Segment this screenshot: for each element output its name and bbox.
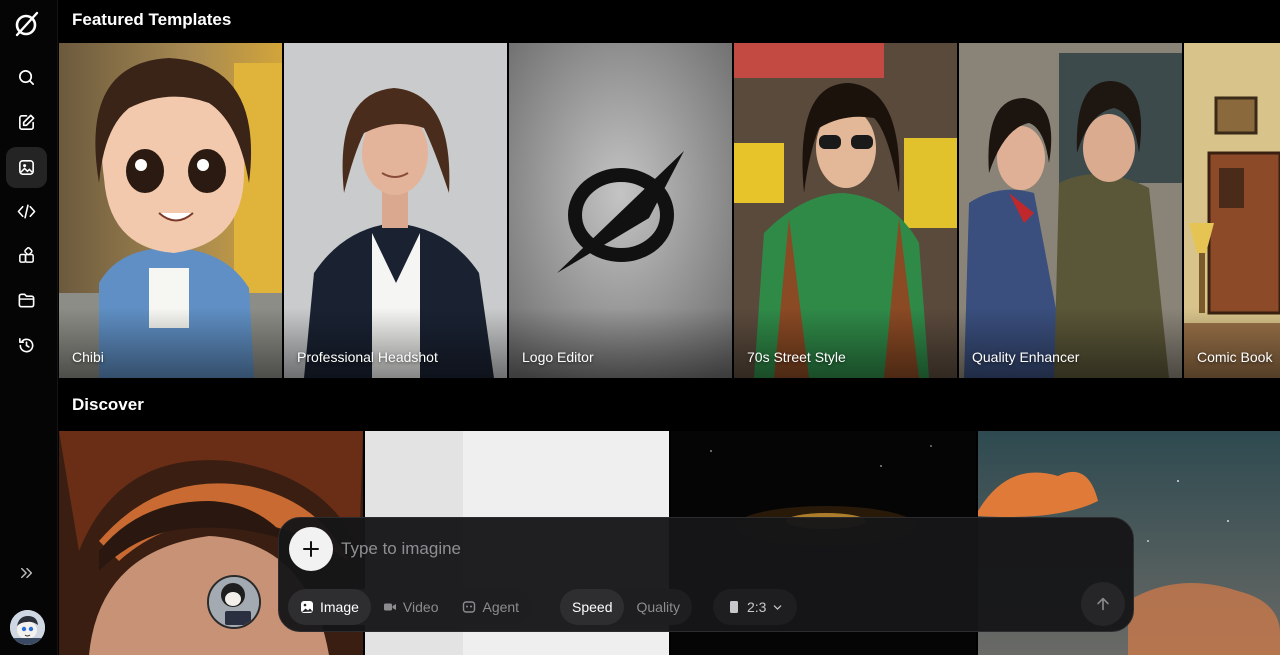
sidebar-item-apps[interactable] (6, 235, 47, 276)
agent-icon (463, 601, 476, 613)
template-card-quality-enhancer[interactable]: Quality Enhancer (959, 43, 1182, 378)
add-attachment-button[interactable] (289, 527, 333, 571)
edit-icon (19, 114, 35, 130)
double-chevron-right-icon (21, 567, 33, 579)
mode-agent-label: Agent (482, 599, 520, 615)
arrow-up-icon (1097, 597, 1109, 611)
code-icon (17, 204, 36, 219)
mode-image-button[interactable]: Image (288, 589, 371, 625)
user-avatar[interactable] (10, 610, 45, 645)
speed-quality-selector: Speed Quality (560, 589, 693, 625)
plus-icon (303, 541, 319, 557)
sidebar-item-history[interactable] (6, 325, 47, 366)
template-card-professional-headshot[interactable]: Professional Headshot (284, 43, 507, 378)
sidebar-item-code[interactable] (6, 191, 47, 232)
submit-button[interactable] (1081, 582, 1125, 626)
template-label: Quality Enhancer (972, 349, 1080, 365)
chevron-down-icon (774, 604, 782, 610)
featured-templates-carousel: Chibi Professional Headshot Logo Editor (59, 43, 1280, 378)
sidebar-expand-button[interactable] (14, 562, 40, 584)
mode-video-label: Video (402, 599, 439, 615)
template-label: Professional Headshot (297, 349, 438, 365)
mode-image-label: Image (320, 599, 359, 615)
sidebar-item-files[interactable] (6, 280, 47, 321)
template-label: 70s Street Style (747, 349, 846, 365)
video-camera-icon (383, 603, 396, 611)
history-icon (19, 338, 34, 353)
aspect-ratio-value: 2:3 (747, 599, 767, 615)
template-card-70s-street-style[interactable]: 70s Street Style (734, 43, 957, 378)
sidebar-item-search[interactable] (6, 57, 47, 98)
speed-label: Speed (572, 599, 613, 615)
template-label: Comic Book (1197, 349, 1273, 365)
discover-title: Discover (72, 395, 144, 414)
quality-button[interactable]: Quality (624, 589, 692, 625)
aspect-ratio-display: 2:3 (713, 589, 797, 625)
featured-templates-title: Featured Templates (72, 10, 232, 29)
template-label: Logo Editor (522, 349, 594, 365)
template-card-comic-book[interactable]: Comic Book (1184, 43, 1280, 378)
creator-avatar[interactable] (207, 575, 261, 629)
apps-icon (19, 247, 34, 263)
sidebar-item-edit[interactable] (6, 102, 47, 143)
sidebar-item-gallery[interactable] (6, 147, 47, 188)
mode-selector: Image Video Agent (288, 589, 532, 625)
portrait-ratio-icon (730, 601, 738, 613)
aspect-ratio-dropdown[interactable]: 2:3 (713, 589, 798, 625)
search-icon (18, 69, 35, 86)
folder-icon (18, 293, 35, 308)
speed-button[interactable]: Speed (560, 589, 625, 625)
template-card-chibi[interactable]: Chibi (59, 43, 282, 378)
quality-label: Quality (636, 599, 681, 615)
template-card-logo-editor[interactable]: Logo Editor (509, 43, 732, 378)
prompt-composer: Image Video Agent Speed Quality 2:3 (278, 517, 1134, 632)
mode-video-button[interactable]: Video (371, 589, 451, 625)
sidebar (0, 0, 58, 655)
image-icon (301, 601, 313, 613)
image-gallery-icon (19, 160, 34, 175)
prompt-input[interactable] (341, 536, 1041, 562)
mode-agent-button[interactable]: Agent (450, 589, 531, 625)
template-label: Chibi (72, 349, 104, 365)
app-logo-icon[interactable] (11, 9, 41, 39)
